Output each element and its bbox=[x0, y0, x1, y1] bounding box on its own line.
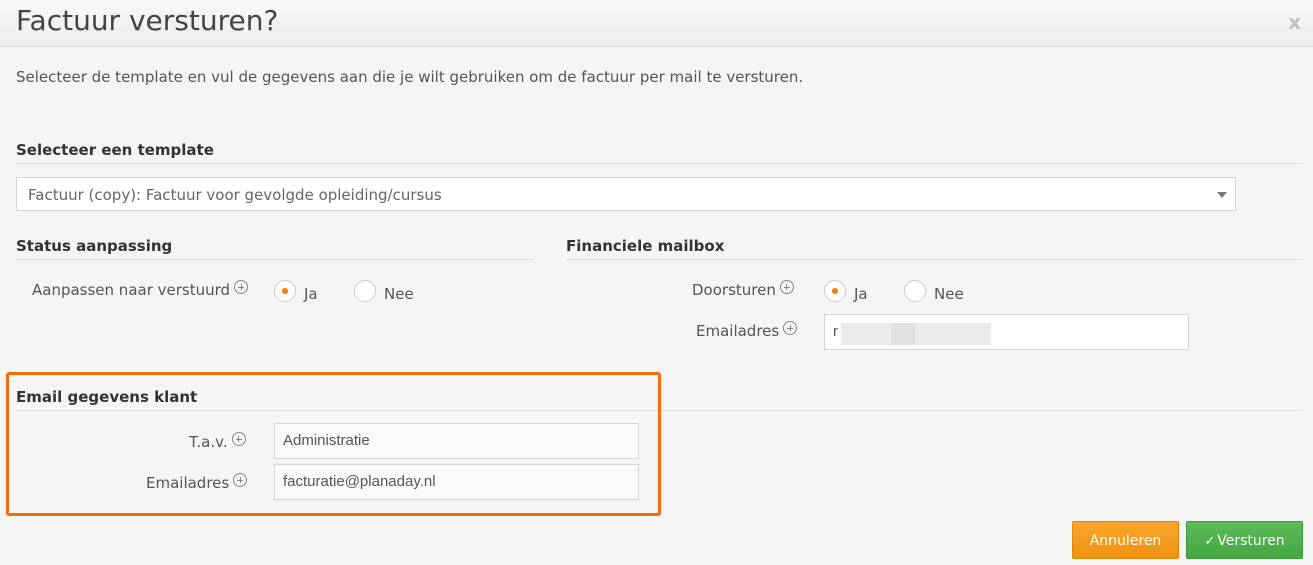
info-plus-icon[interactable] bbox=[779, 280, 794, 294]
send-button-label: Versturen bbox=[1217, 533, 1285, 549]
status-field-label-text: Aanpassen naar verstuurd bbox=[32, 281, 231, 299]
template-section-title: Selecteer een template bbox=[16, 141, 1302, 164]
forward-radio-no-label: Nee bbox=[934, 285, 964, 303]
status-radio-yes-label: Ja bbox=[304, 285, 318, 303]
cancel-button[interactable]: Annuleren bbox=[1072, 521, 1179, 559]
check-icon: ✓ bbox=[1204, 534, 1216, 549]
mailbox-email-input[interactable]: r bbox=[824, 314, 1189, 350]
redacted-block bbox=[891, 323, 915, 345]
send-button[interactable]: ✓ Versturen bbox=[1186, 521, 1303, 559]
forward-field-label: Doorsturen bbox=[692, 280, 794, 299]
redacted-block bbox=[841, 323, 991, 345]
forward-radio-yes[interactable] bbox=[824, 280, 846, 302]
invoice-send-dialog: Factuur versturen? x Selecteer de templa… bbox=[0, 0, 1313, 565]
close-icon[interactable]: x bbox=[1288, 10, 1301, 34]
mailbox-email-label: Emailadres bbox=[696, 321, 798, 340]
mailbox-email-label-text: Emailadres bbox=[696, 322, 780, 340]
intro-text: Selecteer de template en vul de gegevens… bbox=[16, 68, 804, 86]
mailbox-section-title: Financiele mailbox bbox=[566, 237, 1302, 260]
forward-radio-yes-label: Ja bbox=[854, 285, 868, 303]
status-section-title: Status aanpassing bbox=[16, 237, 533, 260]
info-plus-icon[interactable] bbox=[234, 280, 249, 294]
status-radio-no-label: Nee bbox=[384, 285, 414, 303]
dialog-header: Factuur versturen? x bbox=[0, 0, 1313, 47]
template-select[interactable]: Factuur (copy): Factuur voor gevolgde op… bbox=[16, 177, 1236, 211]
forward-field-label-text: Doorsturen bbox=[692, 281, 776, 299]
mailbox-email-value: r bbox=[833, 323, 838, 340]
status-radio-yes[interactable] bbox=[274, 280, 296, 302]
chevron-down-icon bbox=[1217, 192, 1227, 198]
status-field-label: Aanpassen naar verstuurd bbox=[32, 280, 249, 299]
dialog-title: Factuur versturen? bbox=[16, 4, 279, 37]
forward-radio-no[interactable] bbox=[904, 280, 926, 302]
info-plus-icon[interactable] bbox=[783, 321, 798, 335]
status-radio-no[interactable] bbox=[354, 280, 376, 302]
highlight-box bbox=[6, 372, 661, 516]
template-select-value: Factuur (copy): Factuur voor gevolgde op… bbox=[28, 186, 442, 204]
